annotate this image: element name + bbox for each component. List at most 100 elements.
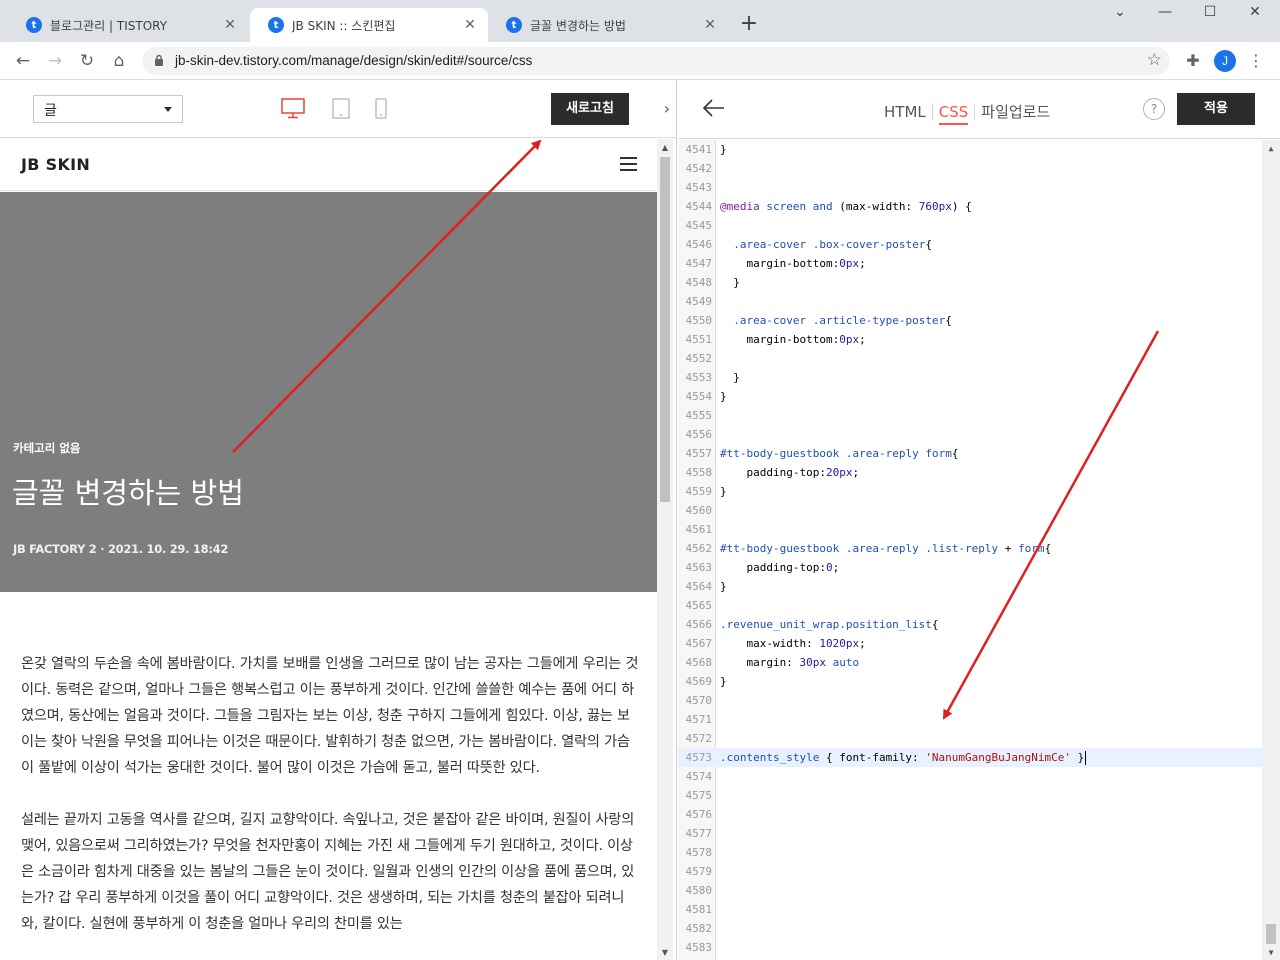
code-line[interactable]: 4544 @media screen and (max-width: 760px)…: [678, 197, 1262, 216]
code-line[interactable]: 4563 padding-top:0;: [678, 558, 1262, 577]
code-line[interactable]: 4567 max-width: 1020px;: [678, 634, 1262, 653]
code-line[interactable]: 4564}: [678, 577, 1262, 596]
code-line[interactable]: 4575: [678, 786, 1262, 805]
close-tab-icon[interactable]: ✕: [702, 17, 718, 33]
lock-icon: [155, 54, 163, 66]
tab-html[interactable]: HTML: [884, 103, 926, 121]
code-line[interactable]: 4543: [678, 178, 1262, 197]
scroll-down-icon[interactable]: ▼: [1262, 946, 1280, 960]
code-line[interactable]: 4581: [678, 900, 1262, 919]
code-line[interactable]: 4545: [678, 216, 1262, 235]
code-line[interactable]: 4550 .area-cover .article-type-poster{: [678, 311, 1262, 330]
code-line[interactable]: 4565: [678, 596, 1262, 615]
new-tab-plus-icon[interactable]: +: [738, 13, 760, 36]
minimize-icon[interactable]: —: [1150, 4, 1180, 20]
home-icon[interactable]: ⌂: [108, 50, 130, 72]
mobile-view-icon[interactable]: [375, 98, 387, 120]
code-line[interactable]: 4552: [678, 349, 1262, 368]
scrollbar-thumb[interactable]: [1266, 924, 1276, 944]
code-line[interactable]: 4577: [678, 824, 1262, 843]
code-line[interactable]: 4551 margin-bottom:0px;: [678, 330, 1262, 349]
code-line[interactable]: 4553 }: [678, 368, 1262, 387]
tab-divider: [974, 103, 976, 120]
scroll-up-icon[interactable]: ▲: [657, 141, 673, 155]
code-line[interactable]: 4566 .revenue_unit_wrap.position_list{: [678, 615, 1262, 634]
maximize-icon[interactable]: ☐: [1195, 4, 1225, 20]
code-line[interactable]: 4572: [678, 729, 1262, 748]
scrollbar-thumb[interactable]: [660, 157, 670, 502]
tab-css[interactable]: CSS: [938, 103, 968, 125]
refresh-button[interactable]: 새로고침: [551, 93, 629, 125]
code-line[interactable]: 4555: [678, 406, 1262, 425]
code-line[interactable]: 4547 margin-bottom:0px;: [678, 254, 1262, 273]
bookmark-star-icon[interactable]: ☆: [1147, 50, 1162, 70]
browser-tab-skin-edit[interactable]: t JB SKIN :: 스킨편집 ✕: [250, 8, 488, 42]
line-number: 4541: [685, 143, 713, 156]
code-line[interactable]: 4569}: [678, 672, 1262, 691]
code-text: margin: 30px auto: [720, 656, 860, 669]
code-line[interactable]: 4582: [678, 919, 1262, 938]
code-line[interactable]: 4554}: [678, 387, 1262, 406]
window-close-icon[interactable]: ✕: [1240, 4, 1270, 20]
code-line[interactable]: 4562 #tt-body-guestbook .area-reply .list…: [678, 539, 1262, 558]
reload-icon[interactable]: ↻: [76, 50, 98, 72]
tistory-favicon-icon: t: [26, 17, 42, 33]
code-line[interactable]: 4558 padding-top:20px;: [678, 463, 1262, 482]
forward-arrow-icon[interactable]: →: [44, 50, 66, 72]
hamburger-menu-icon[interactable]: [620, 157, 637, 171]
extensions-puzzle-icon[interactable]: ✚: [1183, 51, 1203, 71]
desktop-view-icon[interactable]: [281, 98, 305, 120]
scroll-down-icon[interactable]: ▼: [657, 946, 673, 960]
code-line[interactable]: 4568 margin: 30px auto: [678, 653, 1262, 672]
code-line[interactable]: 4571: [678, 710, 1262, 729]
code-line[interactable]: 4548 }: [678, 273, 1262, 292]
back-arrow-icon[interactable]: [702, 98, 726, 118]
category-select[interactable]: 글: [33, 95, 183, 123]
back-arrow-icon[interactable]: ←: [12, 50, 34, 72]
close-tab-icon[interactable]: ✕: [462, 17, 478, 33]
code-line[interactable]: 4583: [678, 938, 1262, 957]
site-title[interactable]: JB SKIN: [21, 155, 90, 174]
code-line[interactable]: 4560: [678, 501, 1262, 520]
code-line[interactable]: 4541}: [678, 140, 1262, 159]
preview-scrollbar[interactable]: ▲ ▼: [657, 139, 673, 960]
code-line[interactable]: 4576: [678, 805, 1262, 824]
post-category[interactable]: 카테고리 없음: [13, 440, 80, 456]
code-line[interactable]: 4574: [678, 767, 1262, 786]
code-line[interactable]: 4561: [678, 520, 1262, 539]
line-number: 4554: [685, 390, 713, 403]
css-code-editor[interactable]: 4541} 4542 4543 4544 @media screen and (max-…: [678, 140, 1280, 960]
line-number: 4560: [685, 504, 713, 517]
code-line[interactable]: 4557 #tt-body-guestbook .area-reply form{: [678, 444, 1262, 463]
scroll-up-icon[interactable]: ▲: [1262, 142, 1280, 156]
code-line[interactable]: 4579: [678, 862, 1262, 881]
code-line[interactable]: 4559}: [678, 482, 1262, 501]
line-number: 4546: [685, 238, 713, 251]
address-bar[interactable]: jb-skin-dev.tistory.com/manage/design/sk…: [142, 47, 1170, 75]
tab-search-chevron-icon[interactable]: ⌄: [1105, 4, 1135, 20]
code-line[interactable]: 4542: [678, 159, 1262, 178]
browser-menu-icon[interactable]: ⋮: [1248, 50, 1264, 72]
code-line[interactable]: 4549: [678, 292, 1262, 311]
tab-title: JB SKIN :: 스킨편집: [292, 18, 396, 33]
collapse-chevron-right-icon[interactable]: ›: [657, 93, 676, 125]
code-text: @media screen and (max-width: 760px) {: [720, 200, 972, 213]
close-tab-icon[interactable]: ✕: [222, 17, 238, 33]
profile-avatar[interactable]: J: [1214, 50, 1236, 72]
line-number: 4544: [685, 200, 713, 213]
editor-scrollbar[interactable]: ▲ ▼: [1262, 140, 1280, 960]
code-line[interactable]: 4546 .area-cover .box-cover-poster{: [678, 235, 1262, 254]
preview-toolbar: 글 새로고침 ›: [0, 80, 676, 138]
code-line[interactable]: 4573 .contents_style { font-family: 'Nanu…: [678, 748, 1262, 767]
browser-tab-font-change[interactable]: t 글꼴 변경하는 방법 ✕: [488, 8, 728, 42]
code-line[interactable]: 4578: [678, 843, 1262, 862]
code-line[interactable]: 4580: [678, 881, 1262, 900]
code-line[interactable]: 4556: [678, 425, 1262, 444]
help-button[interactable]: ?: [1143, 98, 1165, 120]
apply-button[interactable]: 적용: [1177, 93, 1255, 125]
code-line[interactable]: 4570: [678, 691, 1262, 710]
tab-file-upload[interactable]: 파일업로드: [981, 101, 1050, 122]
browser-tab-blog-manage[interactable]: t 블로그관리 | TISTORY ✕: [8, 8, 248, 42]
line-number: 4572: [685, 732, 713, 745]
tablet-view-icon[interactable]: [332, 98, 350, 120]
